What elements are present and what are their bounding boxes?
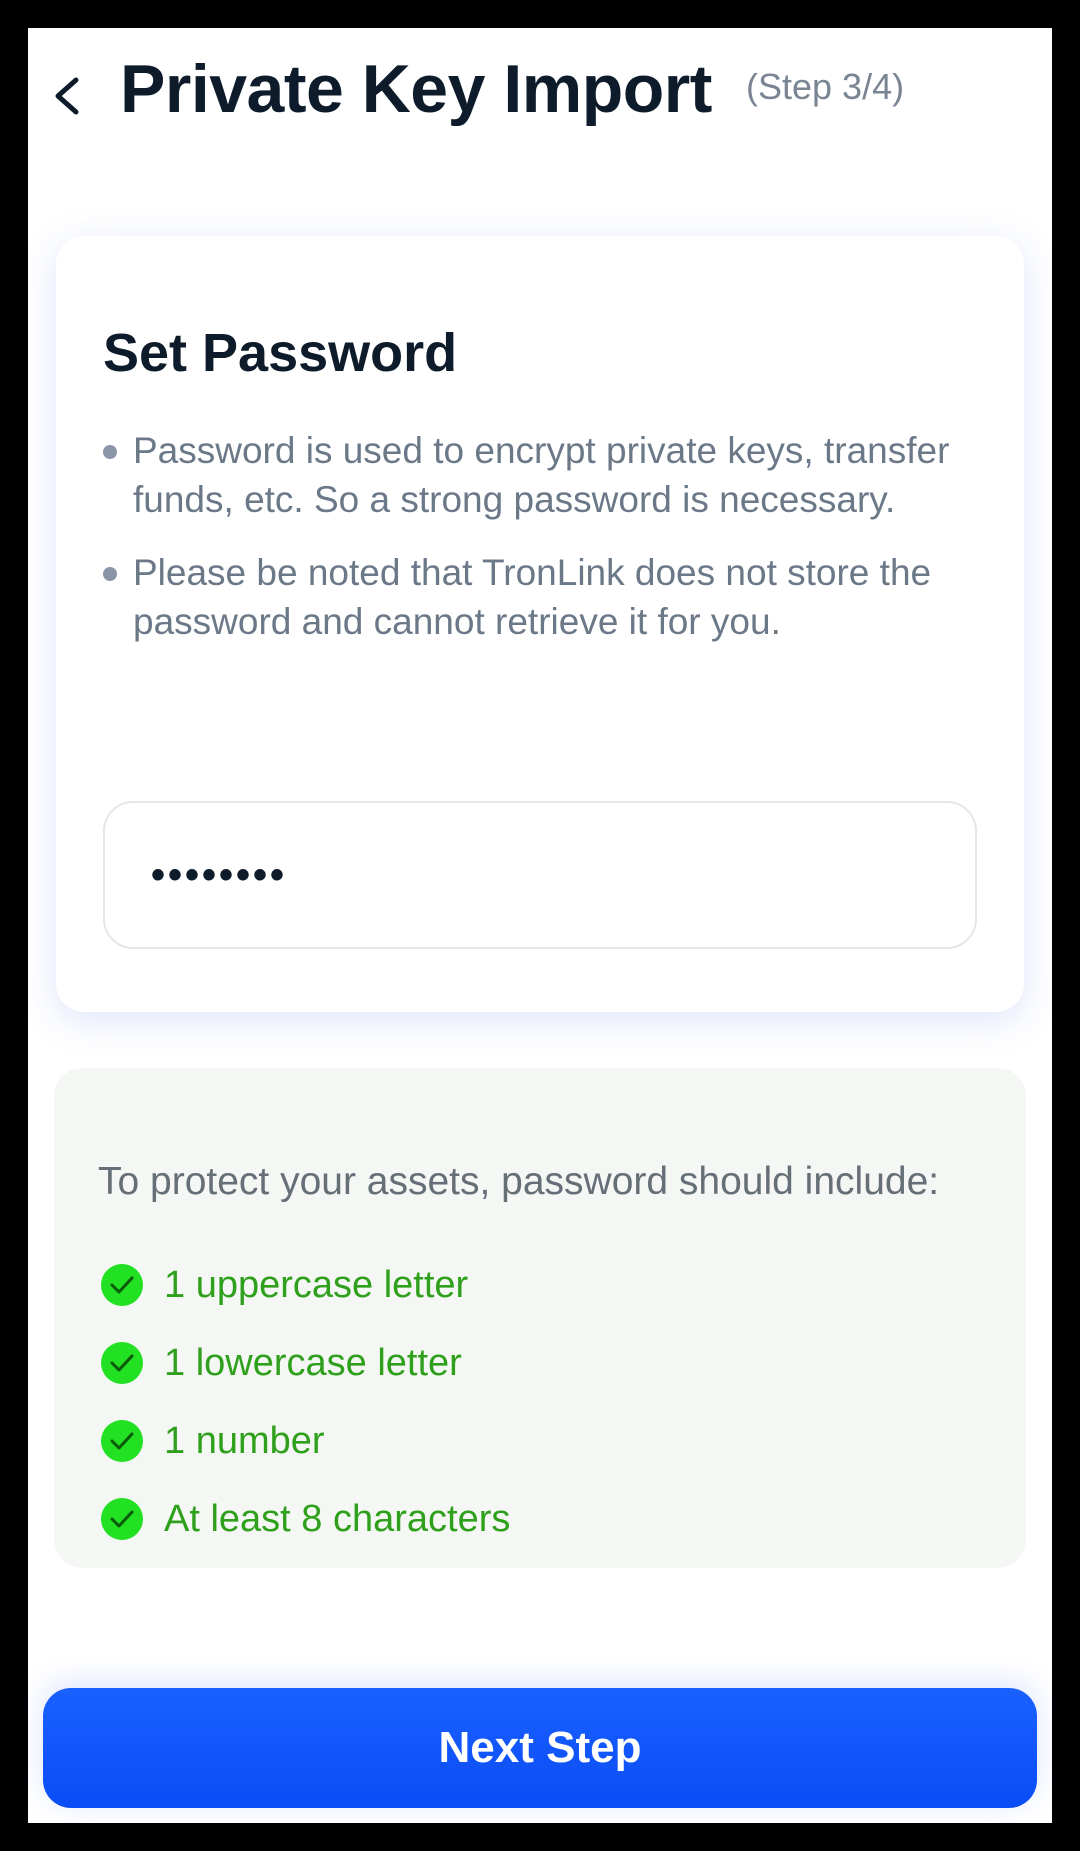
header: Private Key Import (Step 3/4) [28, 28, 1052, 178]
info-item: Please be noted that TronLink does not s… [103, 548, 983, 646]
requirement-item: 1 lowercase letter [100, 1324, 510, 1402]
check-circle-icon [101, 1342, 143, 1384]
bullet-dot-icon [103, 567, 117, 581]
requirement-item: 1 number [100, 1402, 510, 1480]
requirement-text: At least 8 characters [164, 1497, 511, 1540]
requirement-text: 1 number [164, 1419, 325, 1462]
check-circle-icon [101, 1420, 143, 1462]
info-list: Password is used to encrypt private keys… [103, 426, 983, 670]
info-item: Password is used to encrypt private keys… [103, 426, 983, 524]
set-password-card: Set Password Password is used to encrypt… [56, 236, 1024, 1012]
password-requirements: To protect your assets, password should … [54, 1068, 1026, 1568]
info-text: Password is used to encrypt private keys… [133, 430, 950, 520]
card-title: Set Password [103, 323, 458, 383]
next-step-button[interactable]: Next Step [43, 1688, 1037, 1808]
app-screen: Private Key Import (Step 3/4) Set Passwo… [28, 28, 1052, 1823]
check-circle-icon [101, 1264, 143, 1306]
bullet-dot-icon [103, 445, 117, 459]
info-text: Please be noted that TronLink does not s… [133, 552, 932, 642]
password-input[interactable]: •••••••• [103, 801, 977, 949]
check-circle-icon [101, 1498, 143, 1540]
step-indicator: (Step 3/4) [746, 66, 905, 107]
requirements-list: 1 uppercase letter 1 lowercase letter 1 … [100, 1246, 510, 1558]
requirement-text: 1 uppercase letter [164, 1263, 469, 1306]
password-value: •••••••• [151, 852, 288, 897]
requirement-item: 1 uppercase letter [100, 1246, 510, 1324]
back-button[interactable] [28, 56, 108, 136]
requirements-heading: To protect your assets, password should … [98, 1160, 940, 1203]
page-title: Private Key Import [120, 51, 712, 127]
next-step-label: Next Step [438, 1723, 642, 1772]
requirement-text: 1 lowercase letter [164, 1341, 462, 1384]
chevron-left-icon [55, 77, 79, 115]
requirement-item: At least 8 characters [100, 1480, 510, 1558]
